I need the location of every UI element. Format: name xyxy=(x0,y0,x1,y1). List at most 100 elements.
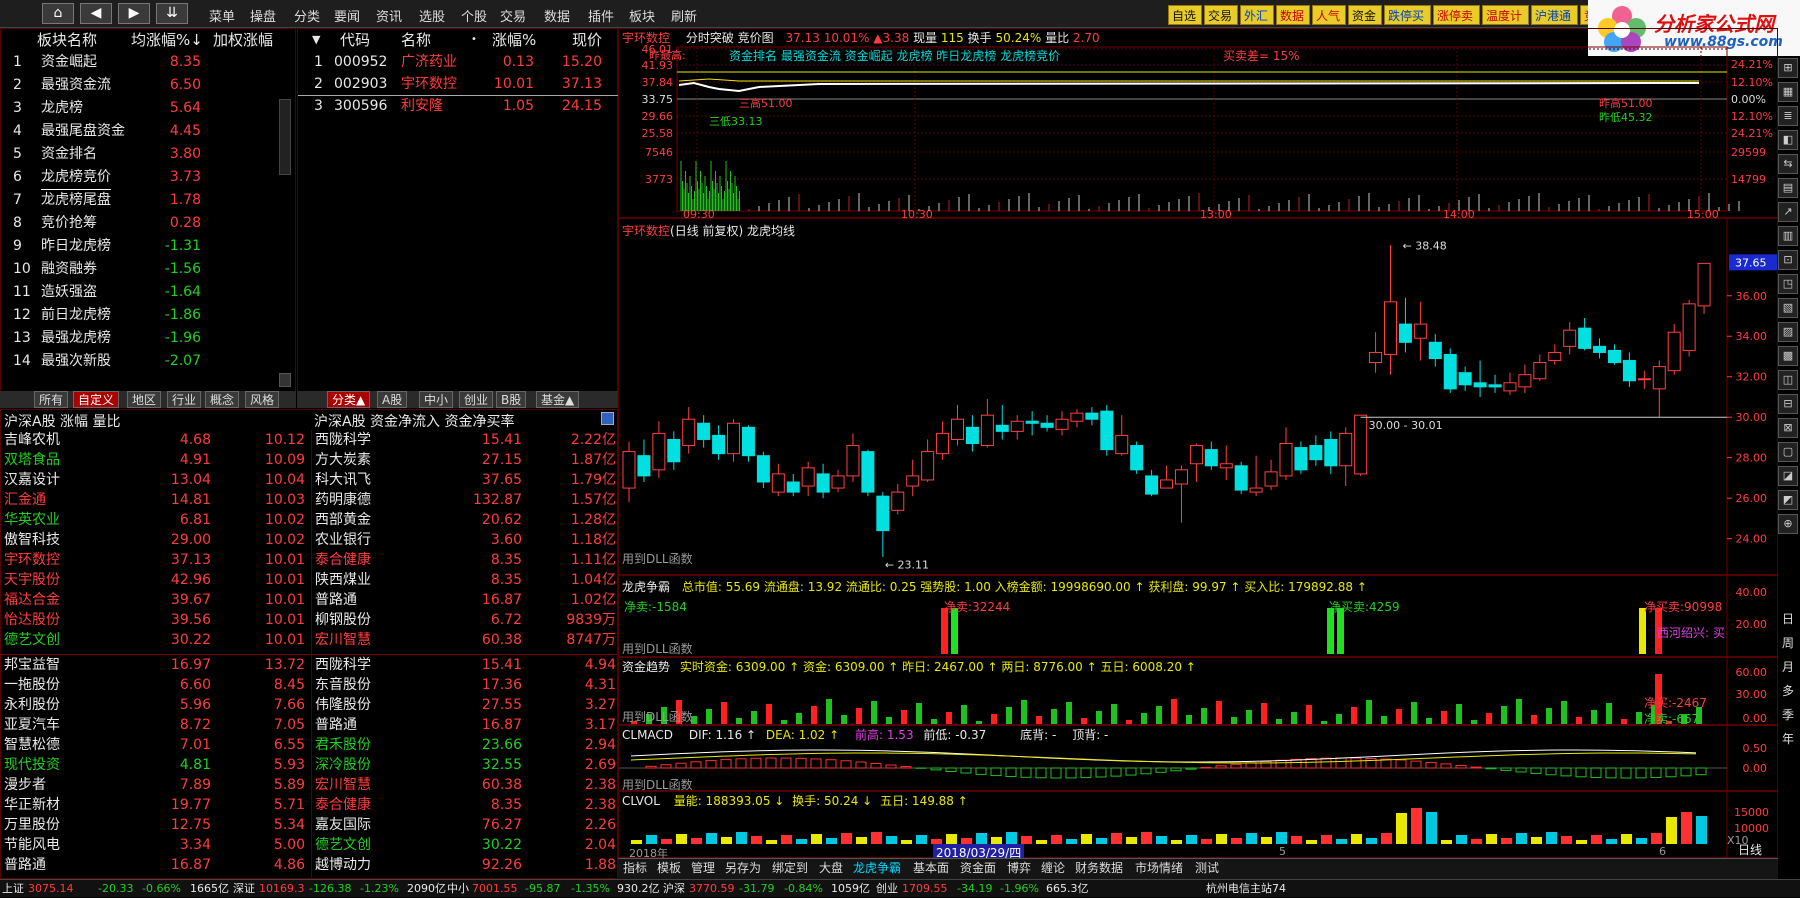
rank-row[interactable]: 邦宝益智16.9713.72 xyxy=(1,655,307,675)
tool-icon[interactable]: ⇆ xyxy=(1778,154,1798,174)
indicator-tab[interactable]: 市场情绪 xyxy=(1132,859,1186,878)
rank-row[interactable]: 吉峰农机4.6810.12 xyxy=(1,430,307,450)
indicator-tab[interactable]: 另存为 xyxy=(722,859,764,878)
sector-row[interactable]: 10融资融券-1.56 xyxy=(1,258,277,281)
indicator-tab[interactable]: 指标 xyxy=(620,859,650,878)
sector-row[interactable]: 5资金排名3.80 xyxy=(1,143,277,166)
sector-row[interactable]: 11造妖强盗-1.64 xyxy=(1,281,277,304)
rank-row[interactable]: 宇环数控37.1310.01 xyxy=(1,550,307,570)
rank-row[interactable]: 宏川智慧60.388747万 xyxy=(312,630,618,650)
rank-row[interactable]: 怡达股份39.5610.01 xyxy=(1,610,307,630)
sector-row[interactable]: 12前日龙虎榜-1.86 xyxy=(1,304,277,327)
clmacd-chart[interactable]: 0.500.00 xyxy=(619,726,1779,792)
tool-icon[interactable]: ⊡ xyxy=(1778,250,1798,270)
indicator-tab[interactable]: 资金面 xyxy=(957,859,999,878)
rank-row[interactable]: 普路通16.871.02亿 xyxy=(312,590,618,610)
sort-toggle-icon[interactable]: ▼ xyxy=(312,29,320,51)
rank-row[interactable]: 双塔食品4.9110.09 xyxy=(1,450,307,470)
tool-icon[interactable]: ◳ xyxy=(1778,274,1798,294)
rank-row[interactable]: 东音股份17.364.31 xyxy=(312,675,618,695)
rank-row[interactable]: 普路通16.873.17 xyxy=(312,715,618,735)
sector-row[interactable]: 1资金崛起8.35 xyxy=(1,51,277,74)
rank-row[interactable]: 德艺文创30.222.04 xyxy=(312,835,618,855)
tab-sector-1[interactable]: 自定义 xyxy=(73,391,119,408)
home-button[interactable]: ⌂ xyxy=(42,3,74,24)
scrollbar[interactable] xyxy=(279,99,291,175)
tool-icon[interactable]: ▨ xyxy=(1778,322,1798,342)
col-change[interactable]: 涨幅% xyxy=(492,29,536,51)
rank-row[interactable]: 华英农业6.8110.02 xyxy=(1,510,307,530)
rank-row[interactable]: 一拖股份6.608.45 xyxy=(1,675,307,695)
indicator-tab[interactable]: 博弈 xyxy=(1004,859,1034,878)
rank-row[interactable]: 伟隆股份27.553.27 xyxy=(312,695,618,715)
sector-row[interactable]: 8竞价抢筹0.28 xyxy=(1,212,277,235)
indicator-tab[interactable]: 基本面 xyxy=(910,859,952,878)
lhzb-chart[interactable]: 40.0020.00 xyxy=(619,576,1779,658)
sector-row[interactable]: 7龙虎榜尾盘1.78 xyxy=(1,189,277,212)
quick-button[interactable]: 自选 xyxy=(1168,5,1202,25)
expand-button[interactable]: ⇊ xyxy=(156,3,188,24)
tab-market-2[interactable]: 中小 xyxy=(419,391,453,408)
tab-sector-5[interactable]: 风格 xyxy=(245,391,279,408)
rank-row[interactable]: 方大炭素27.151.87亿 xyxy=(312,450,618,470)
menu-item[interactable]: 数据 xyxy=(544,6,570,25)
scroll-thumb[interactable] xyxy=(279,373,291,387)
sector-row[interactable]: 6龙虎榜竞价3.73 xyxy=(1,166,277,189)
indicator-tab[interactable]: 测试 xyxy=(1192,859,1222,878)
menu-item[interactable]: 菜单 xyxy=(209,6,235,25)
period-tab[interactable]: 日 xyxy=(1778,610,1798,627)
col-price[interactable]: 现价 xyxy=(572,29,602,51)
col-name[interactable]: 名称 xyxy=(401,29,431,51)
tab-sector-3[interactable]: 行业 xyxy=(167,391,201,408)
menu-item[interactable]: 资讯 xyxy=(376,6,402,25)
rank-row[interactable]: 华正新材19.775.71 xyxy=(1,795,307,815)
tab-sector-0[interactable]: 所有 xyxy=(34,391,68,408)
period-tab[interactable]: 年 xyxy=(1778,730,1798,747)
indicator-tab[interactable]: 绑定到 xyxy=(769,859,811,878)
tab-market-1[interactable]: A股 xyxy=(377,391,407,408)
sector-row[interactable]: 4最强尾盘资金4.45 xyxy=(1,120,277,143)
indicator-tab[interactable]: 模板 xyxy=(654,859,684,878)
tool-icon[interactable]: ◩ xyxy=(1778,490,1798,510)
rank-row[interactable]: 嘉友国际76.272.26 xyxy=(312,815,618,835)
tool-icon[interactable]: ⊟ xyxy=(1778,394,1798,414)
quick-button[interactable]: 温度计 xyxy=(1482,5,1529,25)
sector-row[interactable]: 3龙虎榜5.64 xyxy=(1,97,277,120)
indicator-tab[interactable]: 财务数据 xyxy=(1072,859,1126,878)
tool-icon[interactable]: ▥ xyxy=(1778,226,1798,246)
tab-market-3[interactable]: 创业 xyxy=(459,391,493,408)
sector-row[interactable]: 14最强次新股-2.07 xyxy=(1,350,277,373)
tool-icon[interactable]: ≣ xyxy=(1778,106,1798,126)
server-label[interactable]: 杭州电信主站74 xyxy=(1206,880,1286,898)
quick-button[interactable]: 沪港通 xyxy=(1531,5,1578,25)
tool-icon[interactable]: ◧ xyxy=(1778,130,1798,150)
stock-row[interactable]: 1000952广济药业0.1315.20 xyxy=(298,51,618,74)
tool-icon[interactable]: ▤ xyxy=(1778,178,1798,198)
tool-icon[interactable]: ▦ xyxy=(1778,82,1798,102)
rank-row[interactable]: 福达合金39.6710.01 xyxy=(1,590,307,610)
rank-row[interactable]: 汉嘉设计13.0410.04 xyxy=(1,470,307,490)
back-button[interactable]: ◀ xyxy=(80,3,112,24)
quick-button[interactable]: 跌停买 xyxy=(1384,5,1431,25)
grid-icon[interactable] xyxy=(601,412,614,425)
quick-button[interactable]: 资金 xyxy=(1348,5,1382,25)
indicator-tab[interactable]: 龙虎争霸 xyxy=(850,859,904,878)
indicator-tab[interactable]: 大盘 xyxy=(816,859,846,878)
menu-item[interactable]: 交易 xyxy=(500,6,526,25)
period-tab[interactable]: 月 xyxy=(1778,658,1798,675)
menu-item[interactable]: 分类 xyxy=(294,6,320,25)
tool-icon[interactable]: ⊕ xyxy=(1778,514,1798,534)
tab-market-4[interactable]: B股 xyxy=(496,391,526,408)
menu-item[interactable]: 个股 xyxy=(461,6,487,25)
rank-row[interactable]: 西陇科学15.412.22亿 xyxy=(312,430,618,450)
rank-row[interactable]: 深冷股份32.552.69 xyxy=(312,755,618,775)
quick-button[interactable]: 数据 xyxy=(1276,5,1310,25)
tab-market-0[interactable]: 分类▲ xyxy=(327,391,370,408)
rank-row[interactable]: 天宇股份42.9610.01 xyxy=(1,570,307,590)
rank-row[interactable]: 宏川智慧60.382.38 xyxy=(312,775,618,795)
sector-row[interactable]: 13最强龙虎榜-1.96 xyxy=(1,327,277,350)
menu-item[interactable]: 刷新 xyxy=(671,6,697,25)
clvol-chart[interactable]: 1500010000 xyxy=(619,792,1779,859)
rank-row[interactable]: 节能风电3.345.00 xyxy=(1,835,307,855)
stock-row[interactable]: 2002903宇环数控10.0137.13 xyxy=(298,73,618,96)
